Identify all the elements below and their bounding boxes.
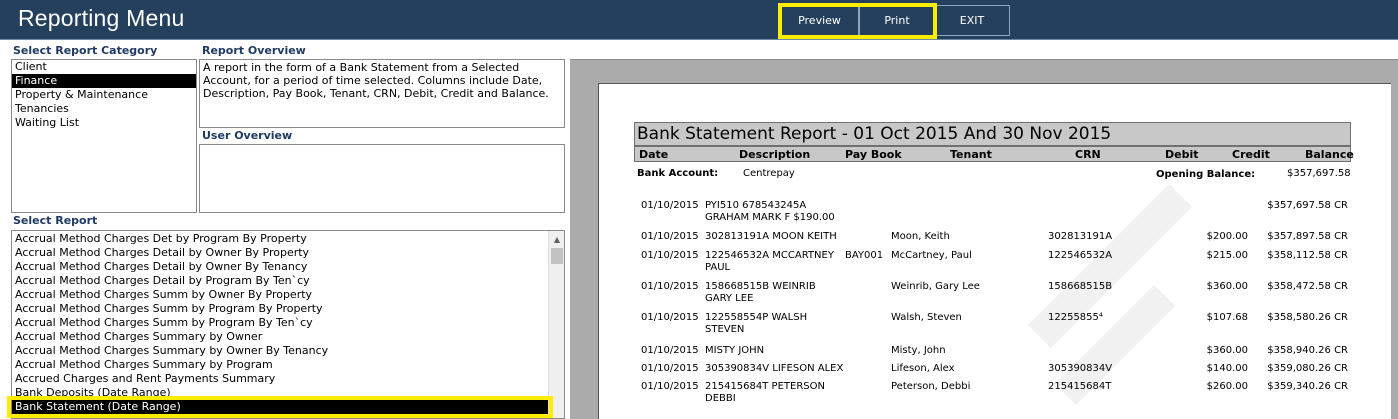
row-tenant: Weinrib, Gary Lee bbox=[891, 281, 980, 292]
category-item[interactable]: Property & Maintenance bbox=[12, 88, 196, 102]
print-button[interactable]: Print bbox=[859, 5, 935, 36]
row-tenant: Moon, Keith bbox=[891, 231, 950, 242]
report-list-item[interactable]: Accrual Method Charges Detail by Owner B… bbox=[12, 260, 564, 274]
row-date: 01/10/2015 bbox=[641, 312, 699, 323]
column-header: Date bbox=[639, 148, 669, 161]
row-balance: $357,897.58 CR bbox=[1267, 231, 1348, 242]
user-overview-label: User Overview bbox=[202, 129, 293, 142]
chevron-up-icon[interactable]: ▲ bbox=[549, 231, 564, 247]
row-desc2: STEVEN bbox=[705, 324, 745, 335]
row-paybook: BAY001 bbox=[845, 250, 884, 261]
report-overview-text: A report in the form of a Bank Statement… bbox=[199, 59, 565, 128]
row-crn: 12255855⁴ bbox=[1048, 312, 1103, 323]
row-desc1: 305390834V LIFESON ALEX bbox=[705, 363, 844, 374]
app-title: Reporting Menu bbox=[18, 5, 185, 31]
category-item[interactable]: Client bbox=[12, 60, 196, 74]
row-desc1: 158668515B WEINRIB bbox=[705, 281, 816, 292]
row-desc1: 302813191A MOON KEITH bbox=[705, 231, 837, 242]
report-list-item[interactable]: Accrual Method Charges Summ by Program B… bbox=[12, 302, 564, 316]
row-desc1: PYI510 678543245A bbox=[705, 200, 807, 211]
category-item[interactable]: Tenancies bbox=[12, 102, 196, 116]
row-tenant: Peterson, Debbi bbox=[891, 381, 971, 392]
row-balance: $358,580.26 CR bbox=[1267, 312, 1348, 323]
row-date: 01/10/2015 bbox=[641, 231, 699, 242]
category-list[interactable]: Client Finance Property & Maintenance Tenan… bbox=[11, 59, 197, 213]
row-balance: $359,080.26 CR bbox=[1267, 363, 1348, 374]
report-list-item[interactable]: Accrual Method Charges Summary by Progra… bbox=[12, 358, 564, 372]
column-header: Credit bbox=[1232, 148, 1270, 161]
row-date: 01/10/2015 bbox=[641, 363, 699, 374]
bank-account-label: Bank Account: bbox=[637, 168, 719, 179]
report-list-item[interactable]: Accrual Method Charges Summary by Owner bbox=[12, 330, 564, 344]
row-date: 01/10/2015 bbox=[641, 250, 699, 261]
row-desc1: MISTY JOHN bbox=[705, 345, 765, 356]
row-balance: $357,697.58 CR bbox=[1267, 200, 1348, 211]
opening-balance-label: Opening Balance: bbox=[1156, 169, 1256, 180]
column-header: Tenant bbox=[950, 148, 992, 161]
select-report-label: Select Report bbox=[13, 214, 98, 227]
category-item[interactable]: Waiting List bbox=[12, 116, 196, 130]
user-overview-text[interactable] bbox=[199, 144, 565, 213]
row-date: 01/10/2015 bbox=[641, 281, 699, 292]
column-header: Debit bbox=[1165, 148, 1199, 161]
exit-button[interactable]: EXIT bbox=[934, 5, 1010, 36]
row-desc1: 215415684T PETERSON bbox=[705, 381, 825, 392]
row-balance: $358,112.58 CR bbox=[1267, 250, 1348, 261]
row-tenant: Lifeson, Alex bbox=[891, 363, 955, 374]
report-list[interactable]: Accrual Method Charges Det by Program By… bbox=[11, 230, 565, 419]
row-desc2: DEBBI bbox=[705, 393, 736, 404]
column-header: Pay Book bbox=[845, 148, 902, 161]
row-balance: $358,940.26 CR bbox=[1267, 345, 1348, 356]
row-balance: $358,472.58 CR bbox=[1267, 281, 1348, 292]
report-list-item[interactable]: Accrual Method Charges Detail by Owner B… bbox=[12, 246, 564, 260]
row-crn: 122546532A bbox=[1048, 250, 1113, 261]
report-column-header: Date Description Pay Book Tenant CRN Debit Cre… bbox=[634, 146, 1354, 162]
column-header: Balance bbox=[1305, 148, 1354, 161]
preview-button[interactable]: Preview bbox=[780, 5, 859, 36]
category-label: Select Report Category bbox=[13, 44, 158, 57]
report-list-item[interactable]: Accrual Method Charges Summ by Owner By … bbox=[12, 288, 564, 302]
column-header: CRN bbox=[1075, 148, 1101, 161]
row-desc2: GARY LEE bbox=[705, 293, 754, 304]
report-list-item[interactable]: Accrual Method Charges Summary by Owner … bbox=[12, 344, 564, 358]
scroll-thumb[interactable] bbox=[551, 248, 563, 264]
row-date: 01/10/2015 bbox=[641, 381, 699, 392]
report-list-item[interactable]: Accrual Method Charges Summ by Program B… bbox=[12, 316, 564, 330]
report-list-item[interactable]: Accrual Method Charges Det by Program By… bbox=[12, 232, 564, 246]
title-bar: Reporting Menu bbox=[0, 0, 1398, 40]
row-crn: 158668515B bbox=[1048, 281, 1113, 292]
row-tenant: Misty, John bbox=[891, 345, 946, 356]
report-list-item[interactable]: Bank Statement (Date Range) bbox=[12, 400, 564, 414]
row-desc2: PAUL bbox=[705, 262, 731, 273]
report-list-items: Accrual Method Charges Det by Program By… bbox=[12, 231, 564, 414]
bank-account-value: Centrepay bbox=[743, 168, 795, 179]
report-overview-label: Report Overview bbox=[202, 44, 306, 57]
row-tenant: McCartney, Paul bbox=[891, 250, 972, 261]
report-title: Bank Statement Report - 01 Oct 2015 And … bbox=[634, 122, 1351, 146]
row-tenant: Walsh, Steven bbox=[891, 312, 962, 323]
row-date: 01/10/2015 bbox=[641, 345, 699, 356]
category-item[interactable]: Finance bbox=[12, 74, 196, 88]
opening-balance-value: $357,697.58 bbox=[1287, 168, 1351, 179]
report-list-item[interactable]: Bank Deposits (Date Range) bbox=[12, 386, 564, 400]
report-list-item[interactable]: Accrual Method Charges Detail by Program… bbox=[12, 274, 564, 288]
report-list-scrollbar[interactable]: ▲ bbox=[548, 231, 564, 418]
column-header: Description bbox=[739, 148, 811, 161]
row-desc1: 122558554P WALSH bbox=[705, 312, 808, 323]
row-date: 01/10/2015 bbox=[641, 200, 699, 211]
report-list-item[interactable]: Accrued Charges and Rent Payments Summar… bbox=[12, 372, 564, 386]
row-balance: $359,340.26 CR bbox=[1267, 381, 1348, 392]
row-desc2: GRAHAM MARK F $190.00 bbox=[705, 212, 835, 223]
row-crn: 215415684T bbox=[1048, 381, 1112, 392]
row-crn: 302813191A bbox=[1048, 231, 1113, 242]
row-desc1: 122546532A MCCARTNEY bbox=[705, 250, 834, 261]
row-crn: 305390834V bbox=[1048, 363, 1113, 374]
